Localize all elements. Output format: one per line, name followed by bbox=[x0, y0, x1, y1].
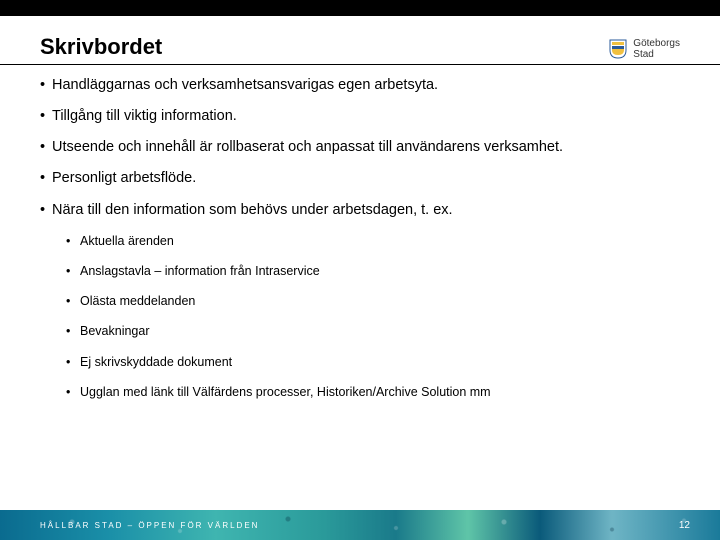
slide: Skrivbordet Göteborgs Stad Handläggarnas… bbox=[0, 16, 720, 540]
footer-tagline: HÅLLBAR STAD – ÖPPEN FÖR VÄRLDEN bbox=[40, 521, 259, 530]
logo-text: Göteborgs Stad bbox=[633, 38, 680, 60]
sub-list-item: Ej skrivskyddade dokument bbox=[52, 350, 680, 380]
sub-list-item: Olästa meddelanden bbox=[52, 289, 680, 319]
list-item: Utseende och innehåll är rollbaserat och… bbox=[40, 133, 680, 164]
main-bullet-list: Handläggarnas och verksamhetsansvarigas … bbox=[40, 71, 680, 418]
sub-list-item: Anslagstavla – information från Intraser… bbox=[52, 259, 680, 289]
logo-line1: Göteborgs bbox=[633, 38, 680, 49]
slide-content: Handläggarnas och verksamhetsansvarigas … bbox=[0, 71, 720, 418]
list-item: Handläggarnas och verksamhetsansvarigas … bbox=[40, 71, 680, 102]
list-item-text: Nära till den information som behövs und… bbox=[52, 202, 453, 218]
sub-list-item: Bevakningar bbox=[52, 319, 680, 349]
slide-header: Skrivbordet Göteborgs Stad bbox=[0, 16, 720, 65]
goteborg-logo: Göteborgs Stad bbox=[609, 38, 680, 60]
page-number: 12 bbox=[679, 520, 690, 531]
slide-footer: HÅLLBAR STAD – ÖPPEN FÖR VÄRLDEN 12 bbox=[0, 510, 720, 540]
list-item: Personligt arbetsflöde. bbox=[40, 164, 680, 195]
sub-list-item: Aktuella ärenden bbox=[52, 229, 680, 259]
list-item: Tillgång till viktig information. bbox=[40, 102, 680, 133]
slide-title: Skrivbordet bbox=[40, 34, 162, 60]
list-item: Nära till den information som behövs und… bbox=[40, 196, 680, 419]
sub-bullet-list: Aktuella ärenden Anslagstavla – informat… bbox=[52, 229, 680, 411]
shield-icon bbox=[609, 39, 627, 59]
logo-line2: Stad bbox=[633, 49, 680, 60]
sub-list-item: Ugglan med länk till Välfärdens processe… bbox=[52, 380, 680, 410]
